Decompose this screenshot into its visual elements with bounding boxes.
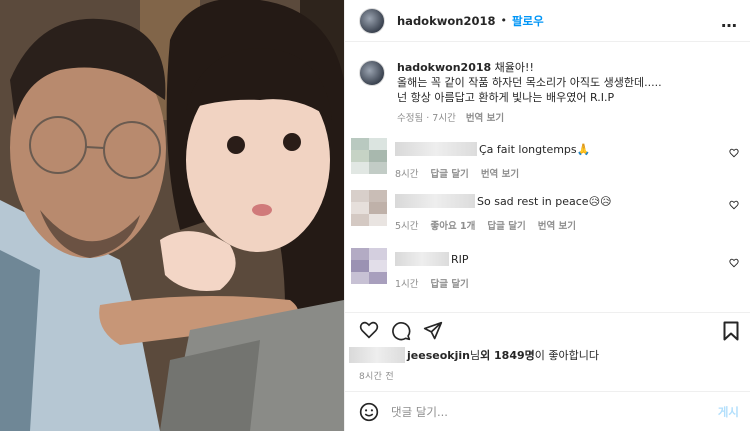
comment-username-blurred[interactable] (395, 194, 475, 208)
caption-avatar[interactable] (359, 60, 385, 86)
comment-bubble-icon[interactable] (391, 321, 411, 341)
translate-button[interactable]: 번역 보기 (538, 218, 576, 232)
save-bookmark-icon[interactable] (723, 321, 739, 341)
liker-username[interactable]: jeeseokjin (407, 349, 470, 362)
translate-button[interactable]: 번역 보기 (481, 166, 519, 180)
comment-time: 5시간 (395, 221, 419, 232)
author-avatar[interactable] (359, 7, 385, 34)
author-username[interactable]: hadokwon2018 (397, 14, 495, 28)
caption-line-2: 올해는 꼭 같이 작품 하자던 목소리가 아직도 생생한데..... (397, 76, 662, 89)
post-side-panel: hadokwon2018 • 팔로우 … hadokwon2018 채율아!! … (344, 0, 750, 431)
header-separator: • (500, 14, 507, 27)
comment-username-blurred[interactable] (395, 142, 477, 156)
comment-avatar-blurred[interactable] (351, 138, 387, 174)
emoji-smiley-icon[interactable] (359, 402, 379, 422)
caption-translate-button[interactable]: 번역 보기 (466, 111, 504, 126)
caption-line-1: 채율아!! (494, 61, 534, 74)
share-send-icon[interactable] (423, 321, 443, 341)
comment-item: Ça fait longtemps 🙏 8시간 답글 달기 번역 보기 (351, 138, 745, 188)
selfie-image (0, 0, 344, 431)
instagram-post: hadokwon2018 • 팔로우 … hadokwon2018 채율아!! … (0, 0, 750, 431)
comment-content: So sad rest in peace 😥😥 (395, 194, 612, 208)
post-timestamp: 8시간 전 (359, 372, 394, 382)
reply-button[interactable]: 답글 달기 (431, 276, 469, 290)
comment-avatar-blurred[interactable] (351, 190, 387, 226)
caption-username[interactable]: hadokwon2018 (397, 61, 491, 74)
likes-summary: jeeseokjin 님 외 1849명 이 좋아합니다 (345, 344, 750, 366)
comments-list[interactable]: hadokwon2018 채율아!! 올해는 꼭 같이 작품 하자던 목소리가 … (345, 52, 750, 302)
caption-edited-time: 수정됨 · 7시간 (397, 113, 456, 124)
comment-avatar-blurred[interactable] (351, 248, 387, 284)
like-heart-icon[interactable] (359, 321, 379, 339)
comment-meta: 1시간 답글 달기 (395, 276, 469, 290)
comment-item: RIP 1시간 답글 달기 (351, 248, 745, 298)
caption-meta: 수정됨 · 7시간 번역 보기 (397, 111, 662, 126)
likes-suffix-2: 이 좋아합니다 (534, 349, 599, 362)
comment-emoji: 😥😥 (588, 194, 612, 208)
post-photo[interactable] (0, 0, 344, 431)
comment-meta: 8시간 답글 달기 번역 보기 (395, 166, 519, 180)
likes-others-count[interactable]: 외 1849명 (480, 347, 535, 363)
comment-time: 1시간 (395, 279, 419, 290)
comment-like-heart-icon[interactable] (729, 148, 739, 158)
comment-likes-count[interactable]: 좋아요 1개 (431, 218, 476, 232)
post-comment-button[interactable]: 게시 (718, 404, 739, 420)
comment-item: So sad rest in peace 😥😥 5시간 좋아요 1개 답글 달기… (351, 190, 745, 240)
comment-emoji: 🙏 (576, 142, 591, 156)
comment-text: Ça fait longtemps (479, 142, 577, 156)
comment-input[interactable] (391, 404, 691, 419)
liker-avatars-blurred[interactable] (349, 347, 405, 363)
caption-body: hadokwon2018 채율아!! 올해는 꼭 같이 작품 하자던 목소리가 … (397, 60, 662, 126)
post-header: hadokwon2018 • 팔로우 … (345, 0, 750, 42)
post-action-bar (345, 312, 750, 342)
reply-button[interactable]: 답글 달기 (487, 218, 525, 232)
comment-like-heart-icon[interactable] (729, 258, 739, 268)
comment-username-blurred[interactable] (395, 252, 449, 266)
comment-text: RIP (451, 252, 469, 266)
likes-suffix-1: 님 (469, 349, 481, 362)
comment-text: So sad rest in peace (477, 194, 589, 208)
comment-content: RIP (395, 252, 469, 266)
follow-button[interactable]: 팔로우 (512, 13, 544, 29)
post-caption: hadokwon2018 채율아!! 올해는 꼭 같이 작품 하자던 목소리가 … (345, 52, 750, 126)
caption-line-3: 넌 항상 아름답고 환하게 빛나는 배우였어 R.I.P (397, 91, 615, 104)
comment-like-heart-icon[interactable] (729, 200, 739, 210)
add-comment-bar: 게시 (345, 391, 750, 431)
reply-button[interactable]: 답글 달기 (431, 166, 469, 180)
comment-time: 8시간 (395, 169, 419, 180)
comment-meta: 5시간 좋아요 1개 답글 달기 번역 보기 (395, 218, 576, 232)
comment-content: Ça fait longtemps 🙏 (395, 142, 590, 156)
more-options-icon[interactable]: … (721, 12, 738, 31)
